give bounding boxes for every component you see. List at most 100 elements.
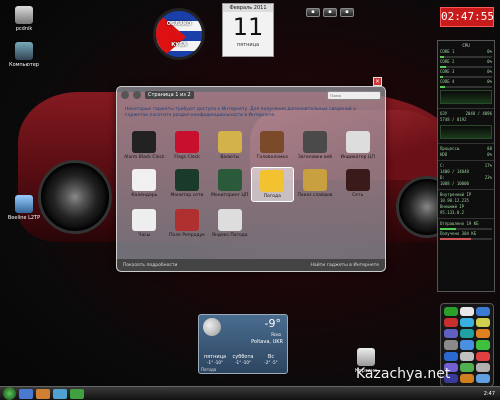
- forecast-day: Вс -2° -5°: [264, 354, 278, 365]
- gadget-item[interactable]: Яндекс.Погода: [208, 207, 251, 240]
- gadget-label: Сеть: [352, 193, 364, 198]
- taskbar-app-icon[interactable]: [70, 388, 84, 399]
- cpu-block: CPU CORE 1 0% CORE 2 0% CORE 3 0% CORE 4 0%: [438, 41, 494, 109]
- calendar-gadget[interactable]: Февраль 2011 11 пятница: [222, 3, 274, 57]
- launcher-app-icon[interactable]: [460, 340, 474, 350]
- taskbar-app-icon[interactable]: [53, 388, 67, 399]
- taskbar-app-icon[interactable]: [19, 388, 33, 399]
- gadget-thumbnail-icon: [260, 131, 285, 153]
- gadget-label: Яндекс.Погода: [211, 233, 248, 238]
- gadget-item[interactable]: Индикатор ЦП: [336, 129, 379, 162]
- gadget-thumbnail-icon: [217, 131, 242, 153]
- desktop-icon-beeline[interactable]: Beeline L2TP: [2, 195, 46, 221]
- gadget-item[interactable]: Календарь: [123, 167, 166, 202]
- toolbar-button-2[interactable]: ▪: [323, 8, 337, 17]
- gallery-search-input[interactable]: [327, 90, 381, 100]
- gadget-label: Alarm Black Clock: [124, 155, 165, 160]
- close-icon[interactable]: ×: [373, 77, 382, 86]
- cpu-core-row: CORE 2 0%: [440, 59, 492, 64]
- weather-condition: Ясно: [270, 332, 281, 337]
- desktop-icon-computer[interactable]: Компьютер: [2, 42, 46, 68]
- launcher-app-icon[interactable]: [444, 351, 458, 361]
- gallery-footer: Показать подробности Найти гаджеты в Инт…: [117, 259, 385, 271]
- show-details-link[interactable]: Показать подробности: [123, 263, 177, 268]
- desktop-icon-label: Компьютер: [9, 62, 39, 68]
- traffic-block: Отправлено 19 КБ Получено 304 КБ: [438, 219, 494, 243]
- disk-block: C: 17% 1400 / 14048 D: 23% 1088 / 10000: [438, 161, 494, 190]
- upload-label: Отправлено 19 КБ: [440, 221, 479, 226]
- gadget-label: Головоломка: [256, 155, 288, 160]
- launcher-app-icon[interactable]: [476, 307, 490, 317]
- gadget-item[interactable]: Сеть: [336, 167, 379, 202]
- desktop-icon-label: pcdnik: [15, 26, 33, 32]
- process-block: Процессы 88 HDD 0%: [438, 144, 494, 161]
- gadget-label: Часы: [138, 233, 151, 238]
- toolbar-button-3[interactable]: ▪: [340, 8, 354, 17]
- gadget-thumbnail-icon: [345, 169, 370, 191]
- weather-location: Poltava, UKR: [251, 339, 283, 345]
- memory-block: ОЗУ 2048 / 4096 5748 / 8192: [438, 109, 494, 144]
- launcher-app-icon[interactable]: [460, 362, 474, 372]
- launcher-app-icon[interactable]: [460, 329, 474, 339]
- launcher-app-icon[interactable]: [476, 340, 490, 350]
- launcher-app-icon[interactable]: [476, 362, 490, 372]
- flag-clock-top-label: ОБЛАКО: [166, 21, 192, 27]
- start-button[interactable]: [3, 387, 16, 400]
- gadget-item[interactable]: Головоломка: [251, 129, 294, 162]
- launcher-app-icon[interactable]: [444, 307, 458, 317]
- gadget-item[interactable]: Валюты: [208, 129, 251, 162]
- launcher-app-icon[interactable]: [476, 318, 490, 328]
- gadget-item[interactable]: Показ слайдов: [294, 167, 337, 202]
- taskbar-pinned-apps: [16, 388, 84, 399]
- recycle-bin-icon: [357, 348, 375, 366]
- gadget-thumbnail-icon: [174, 131, 199, 153]
- launcher-app-icon[interactable]: [444, 318, 458, 328]
- gadget-item[interactable]: Alarm Black Clock: [123, 129, 166, 162]
- launcher-app-icon[interactable]: [460, 373, 474, 383]
- gadget-grid: Alarm Black Clock Flags Clock Валюты Голово…: [117, 129, 385, 240]
- moon-icon: [203, 318, 221, 336]
- launcher-app-icon[interactable]: [460, 351, 474, 361]
- digital-clock-gadget[interactable]: 02:47:55: [440, 7, 494, 27]
- gallery-page-indicator[interactable]: Страница 1 из 2: [145, 91, 194, 99]
- launcher-app-icon[interactable]: [460, 307, 474, 317]
- gadget-label: Валюты: [220, 155, 239, 160]
- cpu-graph: [440, 90, 492, 104]
- desktop-icon-user[interactable]: pcdnik: [2, 6, 46, 32]
- download-label: Получено 304 КБ: [440, 231, 477, 236]
- find-gadgets-online-link[interactable]: Найти гаджеты в Интернете: [311, 263, 379, 268]
- network-row: 95.133.0.2: [440, 210, 465, 215]
- gadget-item[interactable]: Заголовки веб: [294, 129, 337, 162]
- launcher-app-icon[interactable]: [460, 318, 474, 328]
- weather-gadget[interactable]: -9° Ясно Poltava, UKR пятница -1° -10° су…: [198, 314, 288, 374]
- launcher-app-icon[interactable]: [444, 329, 458, 339]
- taskbar: 2:47: [0, 386, 500, 400]
- gadget-item[interactable]: Поле Репродук: [166, 207, 209, 240]
- launcher-app-icon[interactable]: [476, 373, 490, 383]
- gallery-notice: Некоторые гаджеты требуют доступа к Инте…: [125, 107, 356, 118]
- network-block: Внутренний IP 10.90.12.235 Внешний IP 95…: [438, 190, 494, 219]
- cpu-core-row: CORE 3 0%: [440, 69, 492, 74]
- launcher-app-icon[interactable]: [476, 351, 490, 361]
- cpu-core-row: CORE 1 0%: [440, 49, 492, 54]
- launcher-app-icon[interactable]: [444, 340, 458, 350]
- forward-arrow-icon[interactable]: [133, 91, 141, 99]
- gadget-item[interactable]: Мониторинг ЦП: [208, 167, 251, 202]
- gadget-thumbnail-icon: [174, 169, 199, 191]
- gadget-item[interactable]: Монитор сети: [166, 167, 209, 202]
- watermark: Kazachya.net: [356, 366, 451, 382]
- toolbar-button-1[interactable]: ▪: [306, 8, 320, 17]
- gadget-label: Погода: [263, 194, 281, 199]
- gadget-item[interactable]: Flags Clock: [166, 129, 209, 162]
- weather-temperature: -9°: [264, 317, 281, 330]
- back-arrow-icon[interactable]: [121, 91, 129, 99]
- process-row: HDD 0%: [440, 152, 492, 157]
- upload-bar: [440, 228, 492, 230]
- taskbar-app-icon[interactable]: [36, 388, 50, 399]
- launcher-app-icon[interactable]: [476, 329, 490, 339]
- gadget-item[interactable]: Часы: [123, 207, 166, 240]
- gadget-item[interactable]: Погода: [251, 167, 294, 202]
- flag-clock-gadget[interactable]: ОБЛАКО КУБА: [153, 8, 205, 60]
- taskbar-clock[interactable]: 2:47: [484, 391, 495, 397]
- gadget-label: Календарь: [131, 193, 158, 198]
